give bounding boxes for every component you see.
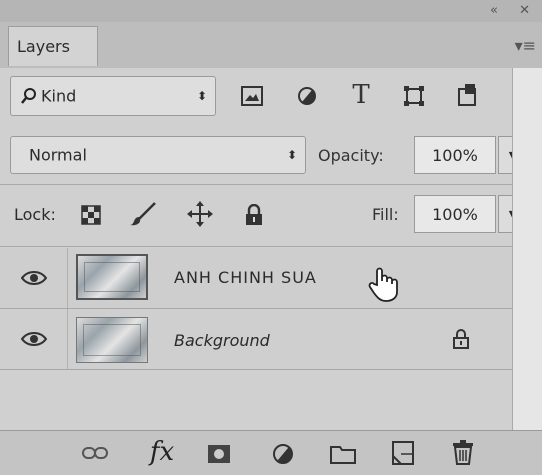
- add-mask-icon[interactable]: [204, 441, 234, 467]
- visibility-toggle[interactable]: [0, 248, 68, 308]
- fill-label: Fill:: [372, 205, 399, 224]
- layer-name: ANH CHINH SUA: [174, 268, 317, 287]
- type-glyph: T: [352, 80, 370, 110]
- blend-mode-select[interactable]: Normal ⬍: [10, 136, 306, 174]
- opacity-input[interactable]: 100%: [414, 136, 496, 174]
- adjustment-filter-icon[interactable]: [295, 84, 319, 108]
- layer-lock-icon[interactable]: [450, 327, 472, 351]
- smart-object-filter-icon[interactable]: [455, 82, 479, 108]
- delete-icon[interactable]: [448, 437, 478, 467]
- new-group-icon[interactable]: [328, 441, 358, 467]
- divider: [0, 184, 512, 185]
- layers-panel: Kind ⬍ T Normal ⬍ Opacity: 100% ▼ Lock: …: [0, 68, 542, 475]
- visibility-toggle[interactable]: [0, 309, 68, 369]
- layers-scrollbar[interactable]: [512, 68, 542, 463]
- eye-icon: [20, 329, 48, 349]
- layer-name: Background: [174, 331, 270, 350]
- hand-cursor-icon: [364, 264, 406, 304]
- new-adjustment-icon[interactable]: [268, 439, 298, 469]
- lock-label: Lock:: [14, 205, 56, 224]
- blend-mode-label: Normal: [29, 145, 87, 165]
- lock-position-icon[interactable]: [186, 200, 214, 228]
- lock-all-icon[interactable]: [242, 202, 266, 228]
- fill-input[interactable]: 100%: [414, 195, 496, 233]
- image-filter-icon[interactable]: [240, 84, 264, 108]
- shape-filter-icon[interactable]: [402, 84, 426, 108]
- layer-thumbnail: [76, 317, 148, 363]
- filter-kind-label: Kind: [41, 86, 77, 106]
- link-layers-icon[interactable]: [80, 441, 110, 465]
- updown-arrows-icon: ⬍: [286, 148, 297, 162]
- close-icon[interactable]: ✕: [519, 3, 530, 18]
- search-icon: [19, 86, 39, 106]
- tab-layers[interactable]: Layers: [8, 26, 98, 66]
- divider: [0, 246, 512, 247]
- new-layer-icon[interactable]: [388, 439, 418, 467]
- tab-layers-label: Layers: [17, 37, 70, 56]
- collapse-icon[interactable]: «: [490, 3, 498, 18]
- tab-row: Layers ▾≡: [0, 22, 542, 68]
- panel-menu-icon[interactable]: ▾≡: [515, 36, 536, 55]
- bottom-toolbar: fx: [0, 430, 542, 475]
- lock-image-icon[interactable]: [128, 200, 158, 228]
- divider: [0, 369, 512, 370]
- layer-row-anh-chinh-sua[interactable]: ANH CHINH SUA: [0, 248, 512, 308]
- updown-arrows-icon: ⬍: [196, 89, 207, 103]
- opacity-label: Opacity:: [318, 146, 384, 165]
- fill-value: 100%: [432, 204, 478, 224]
- lock-transparent-icon[interactable]: [80, 204, 102, 226]
- panel-top-bar: « ✕: [0, 0, 542, 22]
- fx-glyph: fx: [149, 437, 175, 467]
- type-filter-icon[interactable]: T: [348, 80, 374, 110]
- eye-icon: [20, 268, 48, 288]
- fx-icon[interactable]: fx: [142, 435, 182, 469]
- layer-row-background[interactable]: Background: [0, 309, 512, 369]
- layer-thumbnail: [76, 254, 148, 300]
- filter-kind-select[interactable]: Kind ⬍: [10, 76, 216, 116]
- opacity-value: 100%: [432, 145, 478, 165]
